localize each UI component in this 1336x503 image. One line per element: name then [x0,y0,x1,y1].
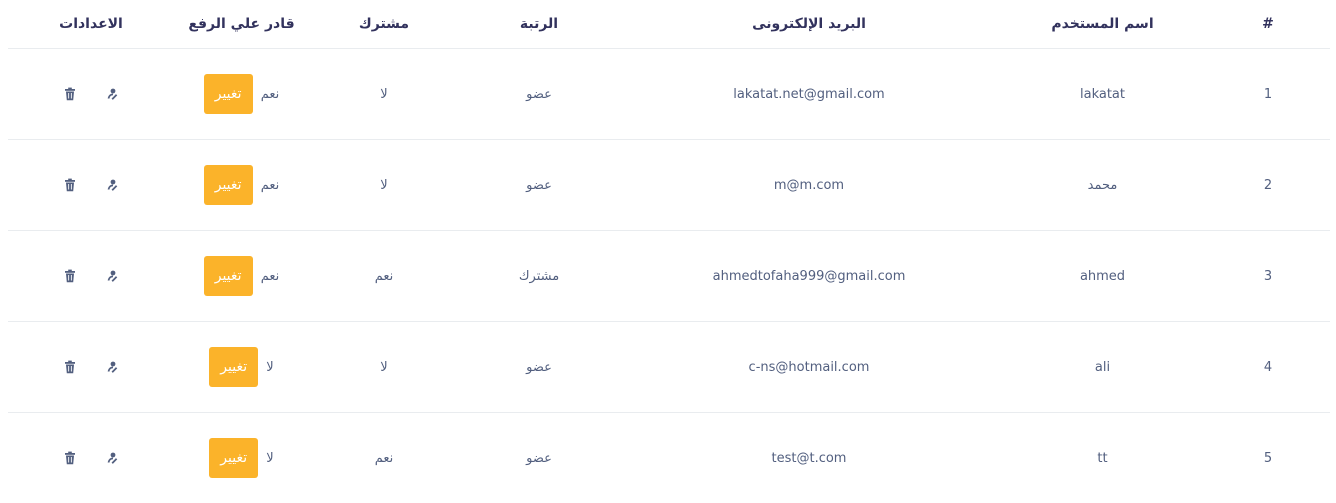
header-number: # [1206,0,1330,49]
user-edit-icon[interactable] [105,178,119,192]
trash-icon[interactable] [63,360,77,374]
table-header-row: # اسم المستخدم البريد الإلكترونى الرتبة … [8,0,1330,49]
row-subscribed: لا [309,49,459,140]
trash-icon[interactable] [63,178,77,192]
row-subscribed: لا [309,140,459,231]
users-table-container: # اسم المستخدم البريد الإلكترونى الرتبة … [8,0,1330,486]
change-upload-button[interactable]: تغيير [209,438,258,478]
row-settings [8,49,174,140]
header-rank: الرتبة [459,0,619,49]
change-upload-button[interactable]: تغيير [209,347,258,387]
can-upload-value: نعم [261,87,280,102]
row-number: 3 [1206,231,1330,322]
change-upload-button[interactable]: تغيير [204,74,253,114]
row-email: c-ns@hotmail.com [619,322,999,413]
row-can-upload: نعم تغيير [174,231,309,322]
change-upload-button[interactable]: تغيير [204,165,253,205]
row-number: 1 [1206,49,1330,140]
row-rank: مشترك [459,231,619,322]
row-rank: عضو [459,140,619,231]
user-edit-icon[interactable] [105,269,119,283]
row-rank: عضو [459,322,619,413]
row-email: m@m.com [619,140,999,231]
row-username: lakatat [999,49,1206,140]
header-subscribed: مشترك [309,0,459,49]
row-can-upload: نعم تغيير [174,49,309,140]
user-edit-icon[interactable] [105,87,119,101]
can-upload-value: لا [266,360,273,375]
table-row: 2 محمد m@m.com عضو لا نعم تغيير [8,140,1330,231]
trash-icon[interactable] [63,87,77,101]
can-upload-value: لا [266,451,273,466]
row-username: tt [999,413,1206,503]
row-settings [8,140,174,231]
row-username: ali [999,322,1206,413]
row-can-upload: نعم تغيير [174,140,309,231]
users-table: # اسم المستخدم البريد الإلكترونى الرتبة … [8,0,1330,503]
row-settings [8,322,174,413]
header-username: اسم المستخدم [999,0,1206,49]
can-upload-value: نعم [261,269,280,284]
table-row: 5 tt test@t.com عضو نعم لا تغيير [8,413,1330,503]
row-rank: عضو [459,49,619,140]
trash-icon[interactable] [63,269,77,283]
can-upload-value: نعم [261,178,280,193]
header-settings: الاعدادات [8,0,174,49]
header-email: البريد الإلكترونى [619,0,999,49]
row-can-upload: لا تغيير [174,322,309,413]
trash-icon[interactable] [63,451,77,465]
row-rank: عضو [459,413,619,503]
row-subscribed: لا [309,322,459,413]
row-username: ahmed [999,231,1206,322]
row-number: 2 [1206,140,1330,231]
user-edit-icon[interactable] [105,360,119,374]
change-upload-button[interactable]: تغيير [204,256,253,296]
row-email: test@t.com [619,413,999,503]
row-email: lakatat.net@gmail.com [619,49,999,140]
row-settings [8,413,174,503]
table-row: 3 ahmed ahmedtofaha999@gmail.com مشترك ن… [8,231,1330,322]
row-number: 5 [1206,413,1330,503]
row-number: 4 [1206,322,1330,413]
table-row: 4 ali c-ns@hotmail.com عضو لا لا تغيير [8,322,1330,413]
row-subscribed: نعم [309,231,459,322]
user-edit-icon[interactable] [105,451,119,465]
header-can-upload: قادر علي الرفع [174,0,309,49]
row-can-upload: لا تغيير [174,413,309,503]
row-subscribed: نعم [309,413,459,503]
row-username: محمد [999,140,1206,231]
row-email: ahmedtofaha999@gmail.com [619,231,999,322]
row-settings [8,231,174,322]
table-row: 1 lakatat lakatat.net@gmail.com عضو لا ن… [8,49,1330,140]
